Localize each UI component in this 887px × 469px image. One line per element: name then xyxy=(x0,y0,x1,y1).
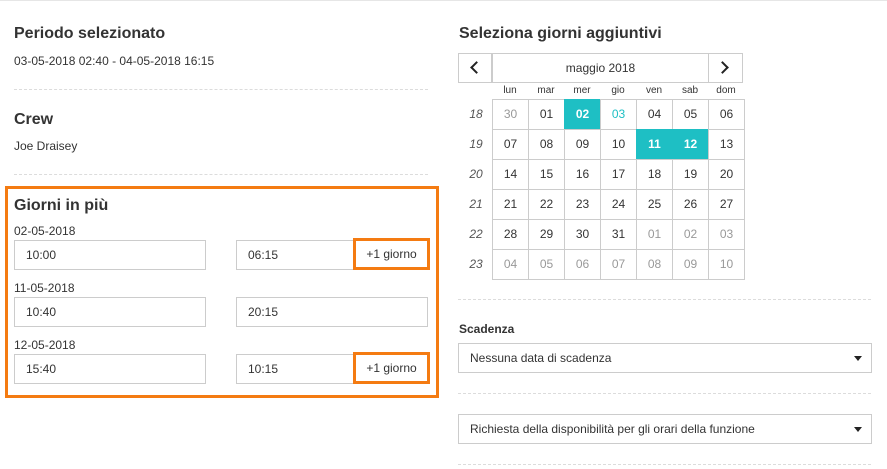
weekday-label: mer xyxy=(573,85,591,96)
calendar-day[interactable]: 09 xyxy=(564,129,601,160)
calendar-prev-button[interactable] xyxy=(458,53,492,83)
calendar-day[interactable]: 31 xyxy=(600,219,637,250)
chevron-left-icon xyxy=(470,61,483,74)
calendar-day[interactable]: 04 xyxy=(636,99,673,130)
calendar-month-label[interactable]: maggio 2018 xyxy=(492,53,709,83)
crew-title: Crew xyxy=(14,111,54,128)
period-range: 03-05-2018 02:40 - 04-05-2018 16:15 xyxy=(14,54,215,68)
expiry-select-value: Nessuna data di scadenza xyxy=(470,351,612,365)
availability-select-value: Richiesta della disponibilità per gli or… xyxy=(470,422,755,436)
week-number: 22 xyxy=(469,227,483,241)
weekday-label: gio xyxy=(611,85,625,96)
crew-name: Joe Draisey xyxy=(14,139,78,153)
period-title: Periodo selezionato xyxy=(14,25,166,42)
calendar-day[interactable]: 02 xyxy=(672,219,709,250)
divider xyxy=(458,299,871,300)
calendar-next-button[interactable] xyxy=(708,53,743,83)
expiry-label: Scadenza xyxy=(459,322,515,336)
divider xyxy=(458,464,871,465)
calendar-day[interactable]: 15 xyxy=(528,159,565,190)
extra-days-title: Giorni in più xyxy=(14,197,109,214)
calendar-day[interactable]: 10 xyxy=(708,249,745,280)
calendar-day[interactable]: 07 xyxy=(600,249,637,280)
calendar-day[interactable]: 04 xyxy=(492,249,529,280)
calendar-day-selected[interactable]: 12 xyxy=(672,129,709,160)
calendar-day[interactable]: 08 xyxy=(636,249,673,280)
availability-select[interactable]: Richiesta della disponibilità per gli or… xyxy=(458,414,872,444)
divider xyxy=(14,174,428,175)
calendar-day[interactable]: 28 xyxy=(492,219,529,250)
week-number: 23 xyxy=(469,257,483,271)
calendar-day[interactable]: 05 xyxy=(528,249,565,280)
calendar-day[interactable]: 24 xyxy=(600,189,637,220)
calendar-day[interactable]: 13 xyxy=(708,129,745,160)
calendar-day[interactable]: 30 xyxy=(492,99,529,130)
start-time-input[interactable]: 10:00 xyxy=(14,240,206,270)
calendar-day[interactable]: 01 xyxy=(636,219,673,250)
week-number: 19 xyxy=(469,137,483,151)
calendar-day[interactable]: 06 xyxy=(564,249,601,280)
extra-day-date: 11-05-2018 xyxy=(14,281,75,295)
calendar-day[interactable]: 07 xyxy=(492,129,529,160)
caret-down-icon xyxy=(854,356,862,361)
calendar-day-selected[interactable]: 02 xyxy=(564,99,601,130)
calendar-day[interactable]: 25 xyxy=(636,189,673,220)
caret-down-icon xyxy=(854,427,862,432)
calendar-day[interactable]: 06 xyxy=(708,99,745,130)
plus-one-day-button[interactable]: +1 giorno xyxy=(353,352,430,384)
calendar-title: Seleziona giorni aggiuntivi xyxy=(459,25,662,42)
start-time-input[interactable]: 10:40 xyxy=(14,297,206,327)
week-number: 20 xyxy=(469,167,483,181)
plus-one-day-label: +1 giorno xyxy=(366,361,417,375)
calendar-day-selected[interactable]: 11 xyxy=(636,129,673,160)
plus-one-day-button[interactable]: +1 giorno xyxy=(353,238,430,270)
calendar-day[interactable]: 01 xyxy=(528,99,565,130)
calendar-day[interactable]: 09 xyxy=(672,249,709,280)
calendar-day[interactable]: 23 xyxy=(564,189,601,220)
end-time-input[interactable]: 20:15 xyxy=(236,297,428,327)
extra-day-date: 12-05-2018 xyxy=(14,338,76,352)
calendar-day[interactable]: 27 xyxy=(708,189,745,220)
calendar-day[interactable]: 19 xyxy=(672,159,709,190)
weekday-label: sab xyxy=(681,85,699,96)
week-number: 21 xyxy=(469,197,483,211)
plus-one-day-label: +1 giorno xyxy=(366,247,417,261)
week-number: 18 xyxy=(469,107,483,121)
left-panel: Periodo selezionato 03-05-2018 02:40 - 0… xyxy=(0,0,440,469)
start-time-input[interactable]: 15:40 xyxy=(14,354,206,384)
calendar-day[interactable]: 21 xyxy=(492,189,529,220)
calendar-day[interactable]: 03 xyxy=(708,219,745,250)
calendar-day[interactable]: 20 xyxy=(708,159,745,190)
divider xyxy=(458,393,871,394)
calendar-day[interactable]: 29 xyxy=(528,219,565,250)
weekday-label: dom xyxy=(716,85,736,96)
divider xyxy=(14,89,428,90)
weekday-label: ven xyxy=(645,85,663,96)
calendar-day[interactable]: 10 xyxy=(600,129,637,160)
weekday-label: lun xyxy=(503,85,517,96)
calendar-day[interactable]: 30 xyxy=(564,219,601,250)
weekday-label: mar xyxy=(537,85,555,96)
expiry-select[interactable]: Nessuna data di scadenza xyxy=(458,343,872,373)
chevron-right-icon xyxy=(716,61,729,74)
calendar-day[interactable]: 18 xyxy=(636,159,673,190)
calendar-day[interactable]: 26 xyxy=(672,189,709,220)
calendar-day[interactable]: 14 xyxy=(492,159,529,190)
calendar-day[interactable]: 08 xyxy=(528,129,565,160)
calendar-day[interactable]: 16 xyxy=(564,159,601,190)
calendar-day[interactable]: 05 xyxy=(672,99,709,130)
calendar-day[interactable]: 03 xyxy=(600,99,637,130)
calendar-day[interactable]: 17 xyxy=(600,159,637,190)
extra-day-date: 02-05-2018 xyxy=(14,224,76,238)
calendar-day[interactable]: 22 xyxy=(528,189,565,220)
